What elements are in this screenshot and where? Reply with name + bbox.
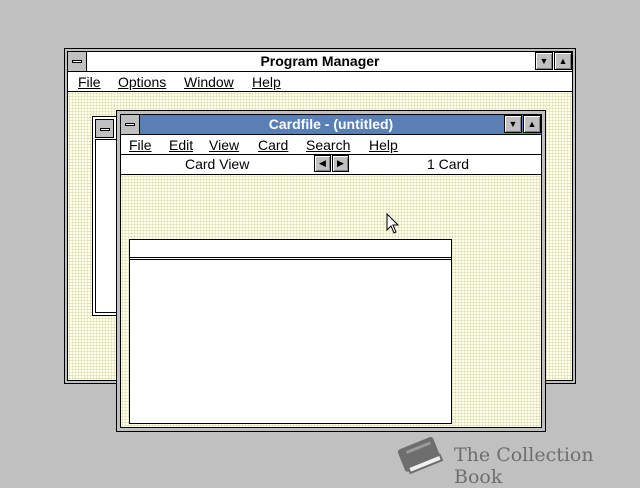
card-count-label: 1 Card: [427, 156, 470, 172]
cardfile-menu-file[interactable]: File: [129, 136, 152, 154]
program-manager-title: Program Manager: [260, 53, 380, 69]
menu-file[interactable]: File: [78, 73, 101, 91]
cardfile-client: Cardfile - (untitled) ▼ ▲ File Edit View…: [120, 114, 542, 428]
cardfile-menu-search[interactable]: Search: [306, 136, 350, 154]
cardfile-menu-view[interactable]: View: [209, 136, 239, 154]
cardfile-status-bar: Card View ◀ ▶ 1 Card: [121, 155, 541, 175]
book-icon: [397, 437, 444, 475]
program-manager-menubar: File Options Window Help: [68, 72, 572, 92]
index-card[interactable]: [129, 239, 452, 424]
card-body-text-area[interactable]: [130, 260, 451, 423]
cardfile-maximize-button[interactable]: ▲: [523, 115, 541, 133]
cardfile-titlebar[interactable]: Cardfile - (untitled) ▼ ▲: [121, 115, 541, 135]
cardfile-title: Cardfile - (untitled): [268, 116, 394, 132]
minimize-button[interactable]: ▼: [535, 52, 553, 70]
card-view-label: Card View: [185, 156, 250, 172]
cardfile-menu-card[interactable]: Card: [258, 136, 288, 154]
watermark-text: The Collection Book: [454, 444, 594, 488]
mouse-pointer-icon: [386, 213, 400, 234]
menu-window[interactable]: Window: [184, 73, 234, 91]
program-manager-titlebar[interactable]: Program Manager ▼ ▲: [68, 52, 572, 72]
maximize-button[interactable]: ▲: [554, 52, 572, 70]
cardfile-menu-help[interactable]: Help: [369, 136, 398, 154]
cardfile-menubar: File Edit View Card Search Help: [121, 135, 541, 155]
cardfile-window[interactable]: Cardfile - (untitled) ▼ ▲ File Edit View…: [116, 110, 546, 432]
system-menu-icon[interactable]: [68, 52, 87, 71]
cardfile-system-menu-icon[interactable]: [121, 115, 140, 134]
next-card-button[interactable]: ▶: [332, 155, 349, 172]
cardfile-menu-edit[interactable]: Edit: [169, 136, 193, 154]
menu-options[interactable]: Options: [118, 73, 166, 91]
index-line[interactable]: [130, 240, 451, 260]
menu-help[interactable]: Help: [252, 73, 281, 91]
cardfile-minimize-button[interactable]: ▼: [504, 115, 522, 133]
group-system-menu-icon[interactable]: [95, 119, 114, 138]
watermark: The Collection Book: [392, 432, 632, 488]
previous-card-button[interactable]: ◀: [314, 155, 331, 172]
